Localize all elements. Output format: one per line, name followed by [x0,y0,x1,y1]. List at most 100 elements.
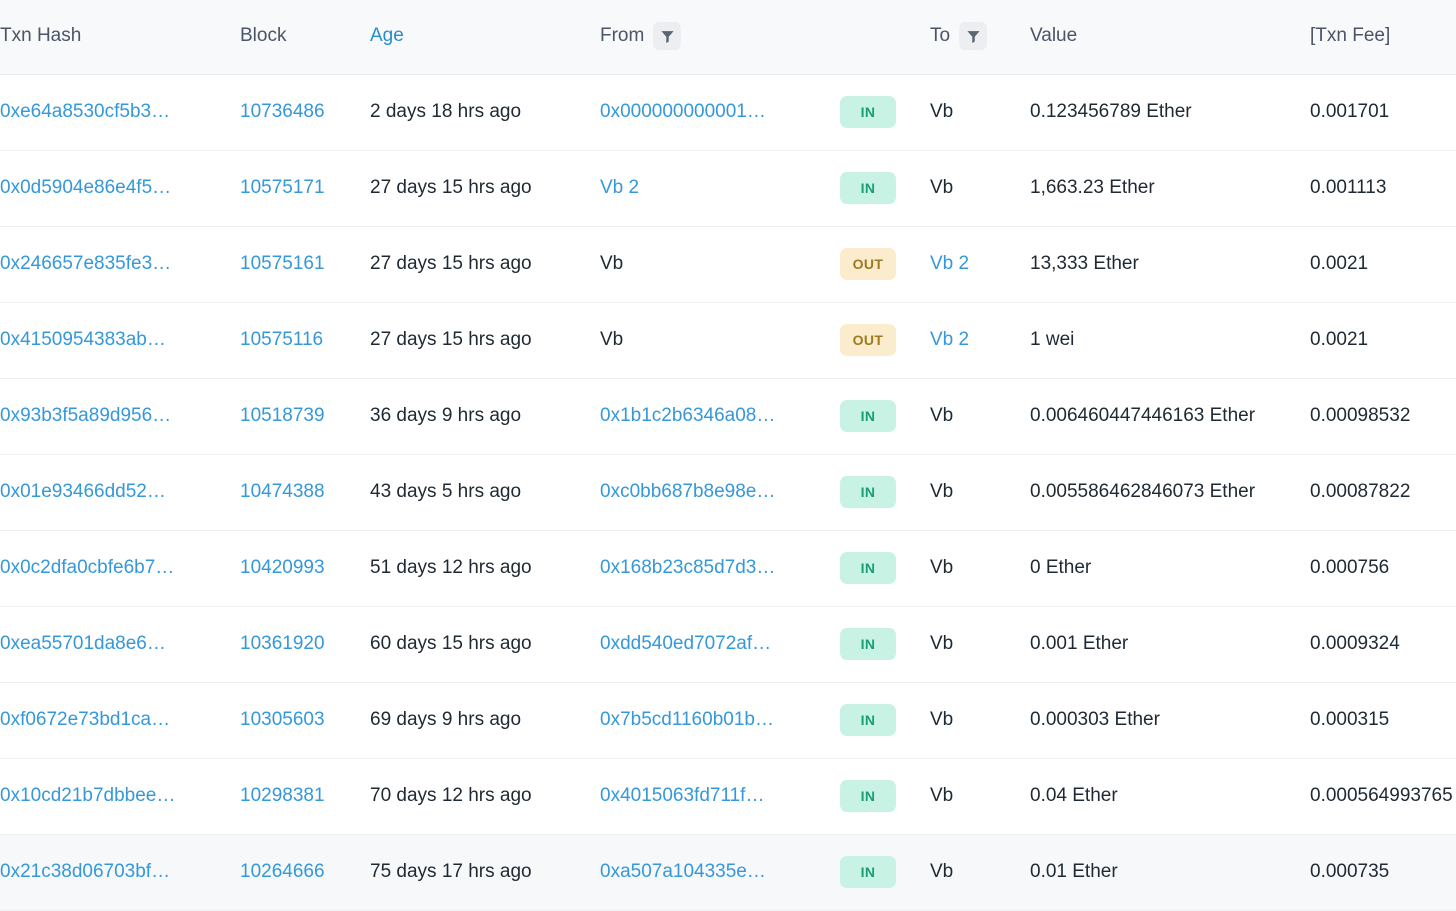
cell-from: 0xc0bb687b8e98e… [600,455,840,531]
txn-hash-link[interactable]: 0x01e93466dd52… [0,481,166,503]
cell-txn-hash: 0xea55701da8e6… [0,607,240,683]
from-address-link[interactable]: 0xa507a104335e… [600,861,766,883]
table-row[interactable]: 0x0d5904e86e4f5… 10575171 27 days 15 hrs a… [0,150,1456,227]
cell-from: Vb 2 [600,151,840,227]
from-address-link[interactable]: 0x168b23c85d7d3… [600,557,775,579]
cell-txn-hash: 0x4150954383ab… [0,303,240,379]
cell-txn-fee: 0.0021 [1310,227,1456,303]
cell-txn-hash: 0x10cd21b7dbbee… [0,759,240,835]
direction-badge-in: IN [840,400,896,432]
txn-hash-link[interactable]: 0xe64a8530cf5b3… [0,101,170,123]
cell-age: 70 days 12 hrs ago [370,759,600,835]
from-address-link[interactable]: 0xc0bb687b8e98e… [600,481,775,503]
txn-hash-link[interactable]: 0x4150954383ab… [0,329,166,351]
cell-from: 0xa507a104335e… [600,835,840,911]
cell-block: 10298381 [240,759,370,835]
from-address-link[interactable]: Vb 2 [600,177,639,199]
age-text: 36 days 9 hrs ago [370,405,522,426]
column-header-txn-hash[interactable]: Txn Hash [0,0,240,75]
cell-age: 36 days 9 hrs ago [370,379,600,455]
table-row[interactable]: 0x93b3f5a89d956… 10518739 36 days 9 hrs ag… [0,378,1456,455]
cell-age: 27 days 15 hrs ago [370,151,600,227]
cell-value: 0.005586462846073 Ether [1030,455,1310,531]
txn-hash-link[interactable]: 0x10cd21b7dbbee… [0,785,175,807]
cell-to: Vb [930,455,1030,531]
direction-badge-in: IN [840,780,896,812]
column-header-value[interactable]: Value [1030,0,1310,75]
cell-direction: IN [840,531,930,607]
cell-value: 0.001 Ether [1030,607,1310,683]
from-address-link[interactable]: 0x7b5cd1160b01b… [600,709,774,731]
cell-age: 27 days 15 hrs ago [370,227,600,303]
from-address-link[interactable]: 0x4015063fd711f… [600,785,764,807]
table-row[interactable]: 0x10cd21b7dbbee… 10298381 70 days 12 hrs a… [0,758,1456,835]
table-row[interactable]: 0x21c38d06703bf… 10264666 75 days 17 hrs a… [0,834,1456,911]
cell-txn-fee: 0.000564993765 [1310,759,1456,835]
txn-fee-text: 0.001701 [1310,101,1390,122]
to-address-link[interactable]: Vb 2 [930,253,969,275]
txn-hash-link[interactable]: 0x0c2dfa0cbfe6b7… [0,557,174,579]
value-text: 0.006460447446163 Ether [1030,405,1256,426]
cell-block: 10474388 [240,455,370,531]
cell-from: 0x4015063fd711f… [600,759,840,835]
block-link[interactable]: 10298381 [240,785,325,806]
cell-block: 10420993 [240,531,370,607]
age-text: 2 days 18 hrs ago [370,101,522,122]
cell-txn-hash: 0x93b3f5a89d956… [0,379,240,455]
to-address-link[interactable]: Vb 2 [930,329,969,351]
block-link[interactable]: 10575116 [240,329,323,350]
block-link[interactable]: 10575171 [240,177,325,198]
block-link[interactable]: 10575161 [240,253,325,274]
value-text: 0.04 Ether [1030,785,1118,806]
age-text: 27 days 15 hrs ago [370,253,532,274]
table-row[interactable]: 0xf0672e73bd1ca… 10305603 69 days 9 hrs ag… [0,682,1456,759]
txn-hash-link[interactable]: 0xf0672e73bd1ca… [0,709,170,731]
value-text: 0.000303 Ether [1030,709,1160,730]
from-filter-icon[interactable] [653,22,682,50]
cell-txn-fee: 0.0009324 [1310,607,1456,683]
block-link[interactable]: 10736486 [240,101,325,122]
txn-hash-link[interactable]: 0x93b3f5a89d956… [0,405,171,427]
cell-txn-fee: 0.000735 [1310,835,1456,911]
from-address-link[interactable]: 0xdd540ed7072af… [600,633,771,655]
table-row[interactable]: 0xea55701da8e6… 10361920 60 days 15 hrs ag… [0,606,1456,683]
txn-hash-link[interactable]: 0x0d5904e86e4f5… [0,177,171,199]
from-address-link[interactable]: 0x1b1c2b6346a08… [600,405,775,427]
txn-fee-text: 0.000735 [1310,861,1390,882]
txn-hash-link[interactable]: 0x246657e835fe3… [0,253,171,275]
column-header-to[interactable]: To [930,0,1030,75]
cell-txn-hash: 0x01e93466dd52… [0,455,240,531]
column-header-txn-fee[interactable]: [Txn Fee] [1310,0,1456,75]
block-link[interactable]: 10361920 [240,633,325,654]
cell-direction: IN [840,835,930,911]
block-link[interactable]: 10264666 [240,861,325,882]
cell-to: Vb [930,151,1030,227]
block-link[interactable]: 10518739 [240,405,325,426]
table-row[interactable]: 0x01e93466dd52… 10474388 43 days 5 hrs ago… [0,454,1456,531]
age-text: 60 days 15 hrs ago [370,633,532,654]
table-row[interactable]: 0x0c2dfa0cbfe6b7… 10420993 51 days 12 hrs … [0,530,1456,607]
txn-fee-text: 0.000756 [1310,557,1390,578]
table-row[interactable]: 0xe64a8530cf5b3… 10736486 2 days 18 hrs ag… [0,74,1456,151]
txn-hash-link[interactable]: 0x21c38d06703bf… [0,861,170,883]
column-header-age[interactable]: Age [370,0,600,75]
block-link[interactable]: 10305603 [240,709,325,730]
block-link[interactable]: 10420993 [240,557,325,578]
table-row[interactable]: 0x4150954383ab… 10575116 27 days 15 hrs ag… [0,302,1456,379]
column-header-from[interactable]: From [600,0,840,75]
block-link[interactable]: 10474388 [240,481,325,502]
table-row[interactable]: 0x246657e835fe3… 10575161 27 days 15 hrs a… [0,226,1456,303]
cell-block: 10575171 [240,151,370,227]
cell-block: 10305603 [240,683,370,759]
cell-txn-fee: 0.000315 [1310,683,1456,759]
column-header-block[interactable]: Block [240,0,370,75]
cell-to: Vb [930,531,1030,607]
cell-txn-fee: 0.0021 [1310,303,1456,379]
age-text: 27 days 15 hrs ago [370,329,532,350]
direction-badge-out: OUT [840,324,896,356]
txn-hash-link[interactable]: 0xea55701da8e6… [0,633,166,655]
from-address-link[interactable]: 0x000000000001… [600,101,766,123]
to-filter-icon[interactable] [959,22,988,50]
to-address-text: Vb [930,405,954,426]
age-text: 51 days 12 hrs ago [370,557,532,578]
